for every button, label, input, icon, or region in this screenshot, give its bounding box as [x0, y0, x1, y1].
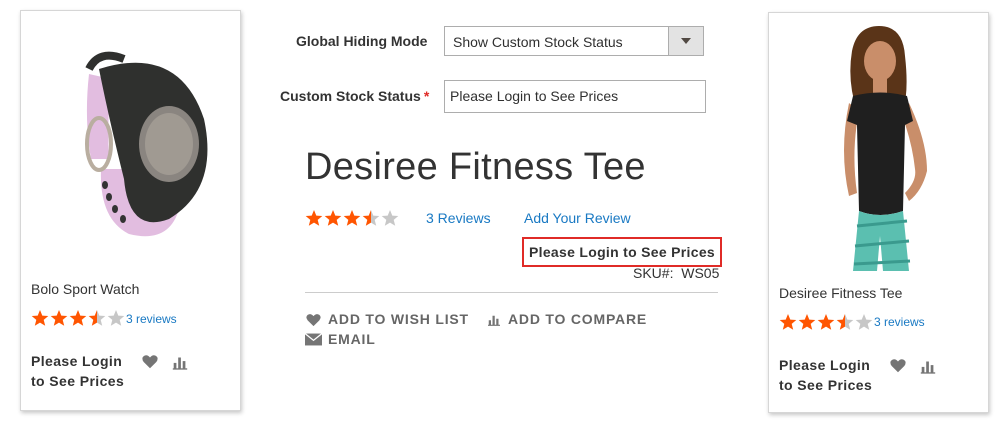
add-review-link[interactable]: Add Your Review: [524, 210, 631, 226]
price-login-message: Please Login to See Prices: [31, 351, 141, 391]
price-line-2: to See Prices: [31, 373, 125, 389]
compare-icon[interactable]: [919, 357, 937, 375]
global-hiding-mode-row: Global Hiding Mode: [296, 33, 427, 49]
reviews-link[interactable]: 3 Reviews: [426, 210, 491, 226]
star-icon: [817, 314, 835, 330]
product-name-link[interactable]: Bolo Sport Watch: [31, 281, 139, 297]
heart-icon[interactable]: [889, 357, 907, 375]
price-line-2: to See Prices: [779, 377, 873, 393]
price-line-1: Please Login: [31, 353, 123, 369]
star-icon: [69, 310, 87, 326]
product-card-desiree-fitness-tee[interactable]: Desiree Fitness Tee 3 reviews Please Log…: [768, 12, 989, 413]
global-hiding-mode-select[interactable]: Show Custom Stock Status: [444, 26, 704, 56]
global-hiding-mode-label: Global Hiding Mode: [296, 33, 428, 49]
star-icon: [798, 314, 816, 330]
compare-icon: [488, 315, 500, 326]
envelope-icon: [305, 332, 322, 345]
star-icon: [779, 314, 797, 330]
star-icon: [855, 314, 873, 330]
star-icon: [343, 210, 361, 226]
email-label: EMAIL: [328, 331, 376, 347]
email-button[interactable]: EMAIL: [305, 331, 376, 347]
chevron-down-icon[interactable]: [668, 27, 703, 55]
star-icon: [31, 310, 49, 326]
star-icon: [50, 310, 68, 326]
star-icon: [107, 310, 125, 326]
product-title: Desiree Fitness Tee: [305, 146, 646, 188]
star-icon: [88, 310, 106, 326]
star-icon: [362, 210, 380, 226]
rating-stars: [31, 309, 126, 327]
custom-stock-status-row: Custom Stock Status *: [280, 88, 429, 104]
reviews-link[interactable]: 3 reviews: [874, 315, 925, 329]
star-icon: [305, 210, 323, 226]
product-name-link[interactable]: Desiree Fitness Tee: [779, 285, 902, 301]
divider: [305, 292, 718, 293]
star-icon: [324, 210, 342, 226]
custom-stock-status-input[interactable]: Please Login to See Prices: [444, 80, 706, 113]
star-icon: [381, 210, 399, 226]
price-login-message: Please Login to See Prices: [522, 237, 722, 267]
reviews-link[interactable]: 3 reviews: [126, 312, 177, 326]
add-to-wishlist-button[interactable]: ADD TO WISH LIST: [305, 311, 469, 327]
price-line-1: Please Login: [779, 357, 871, 373]
compare-icon[interactable]: [171, 353, 189, 371]
rating-stars: [779, 313, 874, 331]
heart-icon: [306, 313, 321, 326]
add-to-compare-button[interactable]: ADD TO COMPARE: [486, 311, 647, 327]
product-rating-stars: [305, 209, 400, 227]
product-image-watch[interactable]: [29, 19, 232, 269]
sku-label: SKU#:: [633, 265, 674, 281]
global-hiding-mode-value: Show Custom Stock Status: [453, 34, 623, 50]
price-login-message: Please Login to See Prices: [779, 355, 889, 395]
wishlist-label: ADD TO WISH LIST: [328, 311, 469, 327]
compare-label: ADD TO COMPARE: [508, 311, 648, 327]
sku-value: WS05: [681, 265, 720, 281]
custom-stock-status-label: Custom Stock Status: [280, 88, 421, 104]
product-card-bolo-sport-watch[interactable]: Bolo Sport Watch 3 reviews Please Login …: [20, 10, 241, 411]
star-icon: [836, 314, 854, 330]
heart-icon[interactable]: [141, 353, 159, 371]
product-image-tee[interactable]: [777, 21, 980, 271]
sku: SKU#: WS05: [633, 265, 719, 281]
required-marker: *: [423, 88, 430, 104]
